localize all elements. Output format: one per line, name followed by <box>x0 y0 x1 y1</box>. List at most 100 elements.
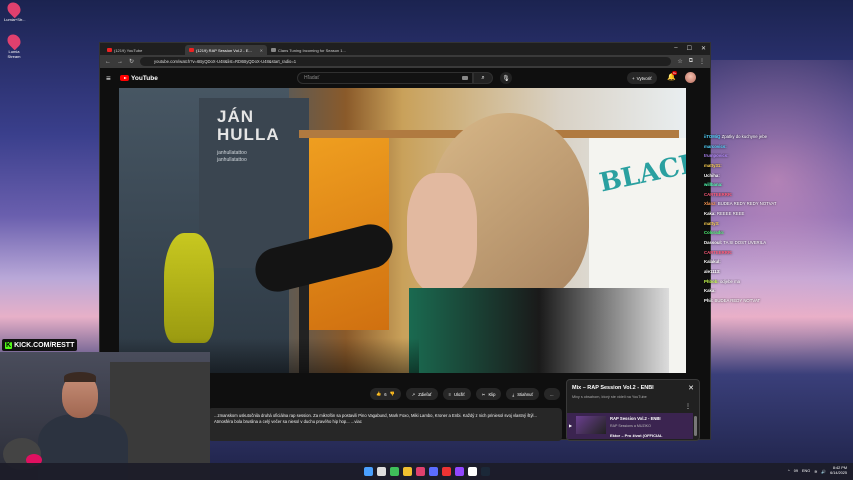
tab-label: (1219) YouTube <box>114 47 143 53</box>
search-input[interactable]: Hľadať <box>297 72 473 84</box>
chat-message: Xlanz: BUDEA REDY REDY NOTVAT <box>704 201 853 211</box>
chat-username: iiTOMiQ <box>704 134 721 139</box>
youtube-logo-text: YouTube <box>131 74 158 82</box>
lumia-stream-desktop-icon[interactable]: Lumia Stream <box>4 31 24 59</box>
voice-search-button[interactable]: 🎙 <box>500 72 512 84</box>
close-tab-icon[interactable]: ✕ <box>260 48 263 53</box>
tab-youtube-home[interactable]: (1219) YouTube <box>103 45 185 55</box>
download-button[interactable]: ⤓ Stiahnuť <box>506 388 540 400</box>
video-description[interactable]: ...zmanskom uskutočnila druhá oficiálna … <box>208 408 562 441</box>
chat-message: trumpovics: <box>704 153 853 163</box>
scissors-icon: ✂ <box>481 391 486 397</box>
chat-username: Phil: <box>704 297 714 303</box>
chat-text: Zpatky do kuchyne jebe <box>721 134 767 139</box>
more-vert-icon[interactable]: ⋮ <box>685 403 691 410</box>
search-icon: ⌕ <box>481 74 485 81</box>
video-player[interactable]: JÁN HULLA janhullatattoo janhullatattoo … <box>119 88 686 373</box>
steam-icon[interactable] <box>480 467 490 476</box>
more-actions-button[interactable]: ... <box>544 388 560 400</box>
chat-username: matty31: <box>704 162 722 168</box>
microphone-icon: 🎙 <box>502 75 510 82</box>
chat-text: odjebe ma <box>720 278 741 284</box>
chat-username: Kalakul: <box>704 259 721 265</box>
discord-icon[interactable] <box>428 467 438 476</box>
start-icon[interactable] <box>363 467 373 476</box>
tray-chevron-icon[interactable]: ^ <box>788 469 790 473</box>
tab-label: Clans Tuning Incoming for Season 1... <box>278 47 346 53</box>
kick-logo-icon: K <box>5 341 13 349</box>
minimize-icon[interactable]: – <box>674 45 677 52</box>
tab-clans-tuning[interactable]: Clans Tuning Incoming for Season 1... <box>267 45 349 55</box>
back-icon[interactable]: ← <box>105 59 111 65</box>
notification-count-badge: 9+ <box>672 71 678 75</box>
chat-username: marcovics: <box>704 143 727 149</box>
tab-bar: (1219) YouTube (1219) RAP Session Vol.2 … <box>100 43 710 55</box>
chat-text: BUDEA REDY NOTVAT <box>714 297 761 303</box>
share-icon: ↗ <box>411 391 416 397</box>
search-placeholder: Hľadať <box>304 75 320 81</box>
thumbs-up-icon: 👍 <box>376 391 382 396</box>
browser-menu-icon[interactable]: ⋮ <box>699 58 705 65</box>
create-button[interactable]: + Vytvoriť <box>627 72 657 84</box>
lumia-taskbar-icon[interactable] <box>415 467 425 476</box>
mix-next-item[interactable]: Ektor – Pro život (OFFICIAL <box>610 433 662 438</box>
save-label: Uložiť <box>454 391 465 397</box>
clock[interactable]: 8:42 PM 6/14/2025 <box>830 466 847 476</box>
url-field[interactable]: youtube.com/watch?v=6ByQDoX-U48&list=RD6… <box>140 57 672 66</box>
menu-icon[interactable]: ≡ <box>106 74 120 83</box>
share-button[interactable]: ↗ Zdieľať <box>405 388 438 400</box>
tab-rap-session[interactable]: (1219) RAP Session Vol.2 - E... ✕ <box>185 45 267 55</box>
clock-date: 6/14/2025 <box>830 471 847 475</box>
video-yellow-bust <box>164 233 214 343</box>
search-button[interactable]: ⌕ <box>473 72 493 84</box>
chat-username: CARTEERRR: <box>704 249 733 255</box>
chat-message: CARTEERRR: <box>704 250 853 260</box>
more-label: ... <box>550 391 554 397</box>
chrome-icon[interactable] <box>467 467 477 476</box>
maximize-icon[interactable]: ☐ <box>687 45 692 52</box>
mix-scrollbar[interactable] <box>694 416 697 436</box>
extensions-icon[interactable]: ⧉ <box>689 58 693 65</box>
chat-message: Colorado: <box>704 230 853 240</box>
chat-username: Uchiha: <box>704 172 720 178</box>
download-label: Stiahnuť <box>517 391 534 397</box>
chat-username: ale1113: <box>704 268 721 274</box>
chat-message: Uchiha: <box>704 173 853 183</box>
language-indicator[interactable]: ENG <box>802 469 810 473</box>
obs-icon[interactable] <box>441 467 451 476</box>
forward-icon[interactable]: → <box>117 59 123 65</box>
now-playing-icon: ▶ <box>569 423 573 428</box>
kick-handle-badge: K KICK.COM/RESTT <box>2 339 78 351</box>
share-label: Zdieľať <box>418 391 432 397</box>
chat-username: Kaka: <box>704 288 716 294</box>
account-avatar[interactable] <box>685 72 696 83</box>
chat-text: TA SI DOST UVERILA <box>723 240 767 246</box>
twitch-icon[interactable] <box>454 467 464 476</box>
mix-thumbnail <box>576 416 606 434</box>
lumia-desktop-icon[interactable]: Lumia+Str... <box>4 0 25 22</box>
save-icon: ≡ <box>448 391 452 397</box>
file-explorer-icon[interactable] <box>402 467 412 476</box>
thumbs-down-icon[interactable]: 👎 <box>390 391 395 397</box>
youtube-favicon-icon <box>189 48 194 52</box>
bookmark-star-icon[interactable]: ☆ <box>677 58 682 65</box>
app-green-icon[interactable] <box>389 467 399 476</box>
keyboard-icon[interactable] <box>462 76 468 80</box>
video-performer-shirt <box>409 288 669 373</box>
like-button[interactable]: 👍 6 👎 <box>370 388 401 400</box>
video-banner-handles: janhullatattoo janhullatattoo <box>217 150 247 163</box>
search-taskbar-icon[interactable] <box>376 467 386 476</box>
save-button[interactable]: ≡ Uložiť <box>442 388 471 400</box>
reload-icon[interactable]: ↻ <box>129 58 134 65</box>
tab-label: (1219) RAP Session Vol.2 - E... <box>196 47 252 53</box>
chat-text: REEEE REEE <box>716 211 745 217</box>
wifi-icon[interactable]: ≋ <box>814 469 817 474</box>
close-window-icon[interactable]: ✕ <box>701 45 706 52</box>
clip-button[interactable]: ✂ Klip <box>475 388 502 400</box>
volume-icon[interactable]: 🔊 <box>821 469 826 474</box>
youtube-logo[interactable]: YouTube <box>120 75 158 82</box>
chat-text: BUDEA REDY REDY NOTVAT <box>717 201 777 207</box>
close-icon[interactable]: ✕ <box>688 384 694 392</box>
chat-username: willbana: <box>704 182 723 188</box>
video-banner-title: JÁN HULLA <box>217 107 280 144</box>
